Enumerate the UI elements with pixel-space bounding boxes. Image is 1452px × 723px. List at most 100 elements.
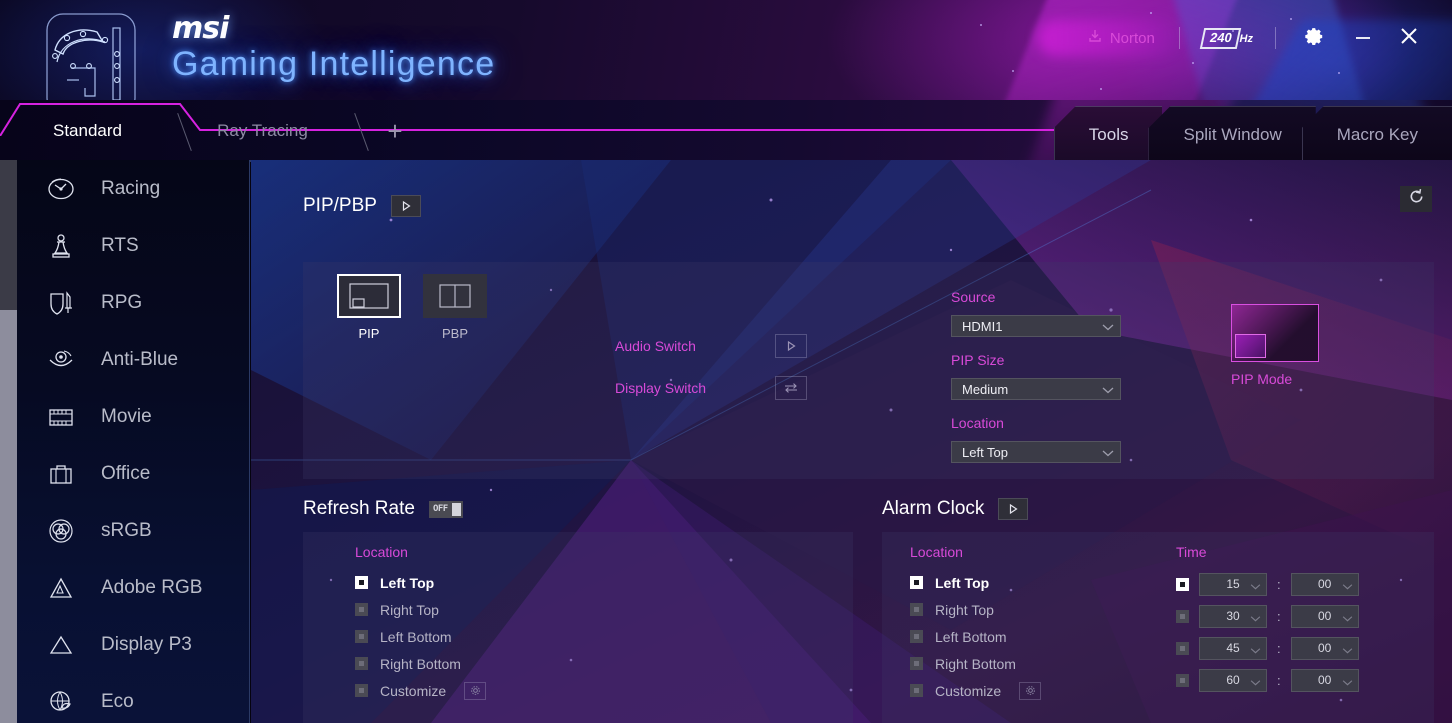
window-controls: Norton 240 Hz (1073, 20, 1432, 56)
sidebar-scrollbar[interactable] (0, 160, 17, 723)
option-label: Right Bottom (380, 655, 461, 672)
pbp-mode-option[interactable]: PBP (423, 274, 487, 341)
alarm-option-right-top[interactable]: Right Top (910, 596, 1041, 623)
minimize-button[interactable] (1340, 20, 1386, 56)
sidebar-item-office[interactable]: Office (17, 445, 249, 502)
alarm-time-row: 45 : 00 (1176, 632, 1359, 664)
sidebar-item-eco[interactable]: Eco (17, 673, 249, 723)
source-field: Source HDMI1 (951, 289, 1121, 337)
option-label: Right Top (380, 601, 439, 618)
refresh-option-right-top[interactable]: Right Top (355, 596, 486, 623)
customize-gear-button[interactable] (1019, 681, 1042, 700)
alarm-option-customize[interactable]: Customize (910, 677, 1042, 704)
sidebar-item-movie[interactable]: Movie (17, 388, 249, 445)
eye-care-icon (41, 345, 81, 375)
close-button[interactable] (1386, 20, 1432, 56)
alarm-minutes-select[interactable]: 30 (1199, 604, 1267, 628)
pip-mode-option[interactable]: PIP (337, 274, 401, 341)
pip-size-select[interactable]: Medium (951, 378, 1121, 400)
norton-link[interactable]: Norton (1073, 28, 1169, 48)
alarm-minutes-select[interactable]: 45 (1199, 636, 1267, 660)
sidebar-item-racing[interactable]: Racing (17, 160, 249, 217)
refresh-option-right-bottom[interactable]: Right Bottom (355, 650, 486, 677)
option-label: Left Top (380, 574, 435, 591)
pip-preview-caption: PIP Mode (1231, 371, 1293, 387)
gear-icon (1025, 686, 1035, 695)
pip-pbp-toggle-button[interactable] (390, 195, 421, 217)
reset-icon (1408, 188, 1425, 210)
sidebar-item-label: Racing (101, 177, 161, 199)
alarm-location-label: Location (910, 544, 963, 560)
settings-button[interactable] (1286, 23, 1340, 54)
scrollbar-thumb[interactable] (0, 310, 17, 723)
briefcase-icon (41, 459, 81, 489)
sidebar-item-label: Display P3 (101, 633, 192, 655)
plus-icon: + (387, 115, 403, 146)
refresh-rate-badge[interactable]: 240 Hz (1190, 27, 1265, 49)
alarm-seconds-value: 00 (1317, 577, 1332, 591)
pip-size-value: Medium (962, 381, 1009, 397)
pip-mode-preview: PIP Mode (1231, 304, 1319, 387)
tab-label: Ray Tracing (217, 121, 308, 140)
reset-button[interactable] (1400, 186, 1432, 212)
audio-switch-button[interactable] (775, 334, 807, 358)
customize-gear-button[interactable] (464, 681, 487, 700)
source-select[interactable]: HDMI1 (951, 315, 1121, 337)
alarm-enable-checkbox[interactable] (1176, 609, 1189, 623)
display-switch-row: Display Switch (615, 376, 807, 400)
tab-label: Tools (1088, 124, 1129, 144)
time-separator: : (1277, 576, 1281, 592)
tab-split-window[interactable]: Split Window (1148, 106, 1316, 162)
alarm-seconds-select[interactable]: 00 (1290, 604, 1359, 628)
divider (1178, 27, 1180, 49)
alarm-enable-checkbox[interactable] (1176, 673, 1189, 687)
refresh-option-customize[interactable]: Customize (355, 677, 487, 704)
tab-standard[interactable]: Standard (0, 100, 192, 162)
section-title: Refresh Rate (303, 498, 415, 519)
pbp-mode-label: PBP (441, 326, 468, 341)
alarm-clock-toggle-button[interactable] (998, 498, 1029, 520)
chevron-down-icon (1250, 611, 1261, 625)
tab-ray-tracing[interactable]: Ray Tracing (175, 100, 369, 162)
alarm-enable-checkbox[interactable] (1176, 641, 1189, 655)
alarm-seconds-select[interactable]: 00 (1290, 572, 1359, 596)
sidebar-item-adobe-rgb[interactable]: Adobe RGB (17, 559, 249, 616)
sidebar-item-rts[interactable]: RTS (17, 217, 249, 274)
refresh-rate-toggle[interactable]: OFF (428, 500, 463, 518)
alarm-option-right-bottom[interactable]: Right Bottom (910, 650, 1041, 677)
add-tab-button[interactable]: + (350, 100, 440, 162)
pip-location-select[interactable]: Left Top (951, 441, 1121, 463)
option-label: Right Bottom (935, 655, 1016, 672)
sidebar-item-anti-blue[interactable]: Anti-Blue (17, 331, 249, 388)
display-switch-button[interactable] (775, 376, 807, 400)
tab-label: Split Window (1183, 124, 1282, 144)
alarm-enable-checkbox[interactable] (1176, 577, 1189, 591)
tab-macro-key[interactable]: Macro Key (1301, 106, 1452, 162)
sidebar-item-display-p3[interactable]: Display P3 (17, 616, 249, 673)
alarm-seconds-select[interactable]: 00 (1290, 636, 1359, 660)
refresh-option-left-top[interactable]: Left Top (355, 569, 486, 596)
body: Racing RTS RPG Anti-Blue Movie Office sR… (0, 160, 1452, 723)
pip-preview-box (1231, 304, 1319, 362)
chevron-down-icon (1250, 643, 1261, 657)
sidebar-item-label: Adobe RGB (101, 576, 203, 598)
alarm-minutes-value: 60 (1226, 673, 1240, 687)
radio-icon (910, 576, 923, 589)
section-title: Alarm Clock (882, 498, 985, 519)
refresh-location-label: Location (355, 544, 408, 560)
sidebar-item-srgb[interactable]: sRGB (17, 502, 249, 559)
refresh-rate-header: Refresh Rate OFF (303, 498, 463, 520)
radio-icon (355, 684, 368, 697)
radio-icon (355, 576, 368, 589)
alarm-minutes-select[interactable]: 15 (1199, 572, 1267, 596)
tab-tools[interactable]: Tools (1053, 106, 1163, 162)
display-switch-label: Display Switch (615, 380, 707, 396)
alarm-option-left-bottom[interactable]: Left Bottom (910, 623, 1041, 650)
alarm-seconds-select[interactable]: 00 (1290, 668, 1359, 692)
main-content: PIP/PBP PIP PBP Audio Switch Display Swi… (251, 160, 1452, 723)
sidebar-item-rpg[interactable]: RPG (17, 274, 249, 331)
option-label: Left Bottom (380, 628, 452, 645)
refresh-option-left-bottom[interactable]: Left Bottom (355, 623, 486, 650)
alarm-minutes-select[interactable]: 60 (1199, 668, 1267, 692)
alarm-option-left-top[interactable]: Left Top (910, 569, 1041, 596)
